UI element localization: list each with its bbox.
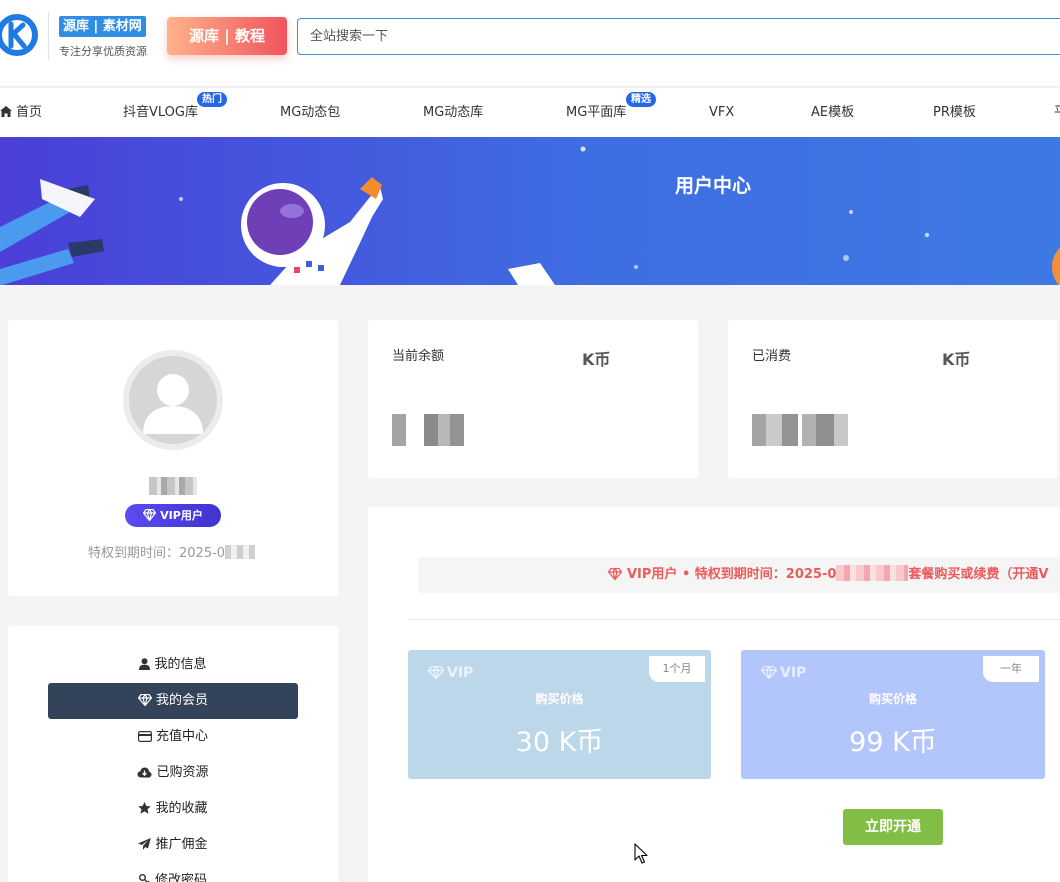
menu-item-my-info[interactable]: 我的信息 <box>48 647 298 683</box>
nav-item-vfx[interactable]: VFX <box>709 88 734 137</box>
user-menu: 我的信息 我的会员 充值中心 已购资源 我的收藏 推广佣金 修改密码 <box>8 626 338 882</box>
expiry-label: 特权到期时间：2025-0 <box>88 546 226 561</box>
nav-item-label: 平 <box>1054 105 1060 120</box>
privilege-expiry: 特权到期时间：2025-0 <box>88 542 256 561</box>
plan-card-monthly[interactable]: VIP 1个月 购买价格 30 K币 <box>408 650 711 779</box>
username-blurred <box>149 477 197 495</box>
menu-item-label: 已购资源 <box>156 765 209 780</box>
section-divider <box>408 619 1060 620</box>
nav-item-label: MG动态包 <box>280 105 341 120</box>
featured-badge: 精选 <box>626 92 656 107</box>
diamond-icon <box>607 567 623 581</box>
plan-price-label: 购买价格 <box>535 692 584 706</box>
diamond-icon <box>760 665 778 680</box>
main-nav: 首页 抖音VLOG库 热门 MG动态包 MG动态库 MG平面库 精选 VFX A… <box>0 88 1060 137</box>
menu-item-label: 修改密码 <box>154 873 207 882</box>
balance-unit: K币 <box>582 350 611 369</box>
vip-expiry-notice: VIP用户 • 特权到期时间：2025-0 套餐购买或续费（开通V <box>418 557 1060 593</box>
menu-item-label: 推广佣金 <box>155 837 208 852</box>
vip-badge-label: VIP用户 <box>160 509 203 522</box>
nav-item-mg-library[interactable]: MG动态库 <box>423 88 483 137</box>
plan-vip-label: VIP <box>447 665 474 681</box>
hot-badge: 热门 <box>197 92 227 107</box>
home-icon <box>0 106 12 117</box>
nav-item-more[interactable]: 平 <box>1054 88 1060 137</box>
search-input[interactable] <box>297 18 1060 55</box>
plan-price-label: 购买价格 <box>868 692 917 706</box>
avatar[interactable] <box>123 350 223 450</box>
nav-item-mg-pack[interactable]: MG动态包 <box>280 88 340 137</box>
key-icon <box>138 874 150 882</box>
plan-card-yearly[interactable]: VIP 一年 购买价格 99 K币 <box>741 650 1045 779</box>
vip-membership-panel: VIP用户 • 特权到期时间：2025-0 套餐购买或续费（开通V VIP 1个月… <box>368 507 1060 882</box>
nav-item-mg-flat[interactable]: MG平面库 精选 <box>566 88 656 137</box>
menu-item-label: 我的会员 <box>155 693 208 708</box>
paper-plane-icon <box>138 838 152 850</box>
mouse-cursor-icon <box>634 843 648 864</box>
expiry-date-blurred <box>225 545 256 559</box>
nav-item-label: AE模板 <box>811 105 855 120</box>
spent-label: 已消费 <box>752 349 792 364</box>
page-banner: 用户中心 <box>0 137 1060 285</box>
nav-item-ae-templates[interactable]: AE模板 <box>811 88 854 137</box>
plan-period-tab: 1个月 <box>649 656 705 682</box>
menu-item-label: 充值中心 <box>155 729 208 744</box>
menu-item-favorites[interactable]: 我的收藏 <box>48 791 298 827</box>
brand-slogan: 专注分享优质资源 <box>59 45 147 58</box>
site-header: 源库 | 素材网 专注分享优质资源 源库 | 教程 <box>0 0 1060 87</box>
credit-card-icon <box>137 731 152 743</box>
menu-item-my-membership[interactable]: 我的会员 <box>48 683 298 719</box>
plan-price: 30 K币 <box>515 727 604 758</box>
nav-item-home[interactable]: 首页 <box>0 88 42 137</box>
balance-card: 当前余额 K币 <box>368 320 698 478</box>
star-icon <box>138 802 152 814</box>
notice-date-blurred <box>836 565 909 581</box>
cloud-download-icon <box>137 767 152 778</box>
plan-vip-watermark: VIP <box>427 665 474 681</box>
diamond-icon <box>427 665 445 680</box>
plan-vip-label: VIP <box>780 665 807 681</box>
diamond-icon <box>143 508 157 522</box>
nav-item-douyin-vlog[interactable]: 抖音VLOG库 热门 <box>123 88 227 137</box>
menu-item-label: 我的收藏 <box>155 801 208 816</box>
menu-item-recharge[interactable]: 充值中心 <box>48 719 298 755</box>
menu-item-affiliate[interactable]: 推广佣金 <box>48 827 298 863</box>
menu-item-change-password[interactable]: 修改密码 <box>48 863 298 882</box>
menu-item-label: 我的信息 <box>154 657 207 672</box>
profile-card: VIP用户 特权到期时间：2025-0 <box>8 320 338 596</box>
balance-value-blurred <box>392 414 464 446</box>
notice-prefix: VIP用户 • 特权到期时间：2025-0 <box>627 567 837 582</box>
nav-item-pr-templates[interactable]: PR模板 <box>933 88 976 137</box>
tutorial-button[interactable]: 源库 | 教程 <box>167 17 287 55</box>
plan-price: 99 K币 <box>849 727 937 758</box>
diamond-icon <box>137 693 153 707</box>
site-logo-icon[interactable] <box>0 14 38 56</box>
spent-value-blurred <box>752 414 848 446</box>
open-membership-button[interactable]: 立即开通 <box>843 809 943 845</box>
plan-period-tab: 一年 <box>983 656 1039 682</box>
spent-card: 已消费 K币 <box>728 320 1058 478</box>
notice-suffix: 套餐购买或续费（开通V <box>908 567 1049 582</box>
balance-label: 当前余额 <box>392 349 445 364</box>
menu-item-purchased[interactable]: 已购资源 <box>48 755 298 791</box>
page-title: 用户中心 <box>674 175 751 197</box>
nav-item-label: 首页 <box>16 105 43 120</box>
nav-item-label: VFX <box>709 105 735 120</box>
user-icon <box>139 658 151 670</box>
nav-item-label: 抖音VLOG库 <box>123 105 198 120</box>
nav-item-label: PR模板 <box>933 105 976 120</box>
brand-name[interactable]: 源库 | 素材网 <box>59 16 146 37</box>
logo-divider <box>48 12 49 60</box>
nav-item-label: MG平面库 <box>566 105 627 120</box>
default-avatar-icon <box>143 374 203 434</box>
banner-illustration <box>0 146 1060 285</box>
nav-item-label: MG动态库 <box>423 105 484 120</box>
vip-user-badge: VIP用户 <box>125 504 221 527</box>
spent-unit: K币 <box>942 350 971 369</box>
plan-vip-watermark: VIP <box>760 665 807 681</box>
